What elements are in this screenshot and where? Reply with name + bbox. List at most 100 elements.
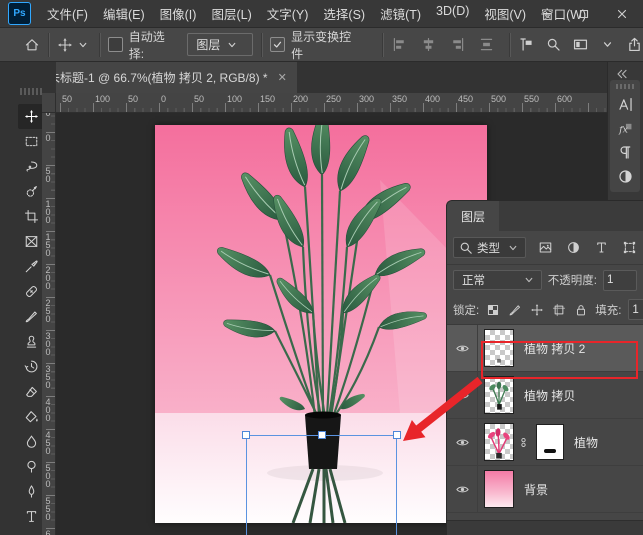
layers-filter-row: 类型 [447,231,643,265]
opacity-label: 不透明度: [548,272,597,288]
lock-paint-icon[interactable] [508,303,522,317]
align-horizontal-centers-icon[interactable] [420,36,437,53]
layer-visibility-eye-icon[interactable] [455,482,470,497]
menu-图层(L)[interactable]: 图层(L) [211,4,251,23]
lock-artboard-icon[interactable] [552,303,566,317]
layer-name[interactable]: 植物 拷贝 2 [524,340,585,357]
eyedropper-tool[interactable] [18,254,44,279]
fill-field[interactable]: 1 [628,299,643,320]
layer-thumbnail[interactable] [484,423,514,461]
lasso-tool[interactable] [18,154,44,179]
adjustments-panel-icon[interactable] [617,168,634,185]
menu-编辑(E)[interactable]: 编辑(E) [103,4,145,23]
mask-content [544,449,556,453]
paragraph-panel-icon[interactable] [617,144,634,161]
styles-panel-icon[interactable]: fx [617,120,634,137]
menu-3D(D)[interactable]: 3D(D) [436,4,469,23]
menu-文字(Y)[interactable]: 文字(Y) [267,4,309,23]
chevron-down-icon [224,37,240,53]
distribute-centers-icon[interactable] [478,36,495,53]
chevron-down-icon[interactable] [75,37,91,53]
menu-视图(V)[interactable]: 视图(V) [484,4,526,23]
type-tool[interactable] [18,504,44,529]
layer-name[interactable]: 植物 拷贝 [524,387,575,404]
layer-row[interactable]: 植物 拷贝 [447,372,643,419]
toolbar-grip[interactable] [20,88,42,95]
fill-label: 填充: [595,302,621,318]
frame-tool[interactable] [18,229,44,254]
target-select-dropdown[interactable]: 图层 [187,33,253,56]
crop-tool[interactable] [18,204,44,229]
layer-thumbnail[interactable] [484,329,514,367]
history-brush-tool[interactable] [18,354,44,379]
photoshop-logo: Ps [8,2,31,25]
layer-name[interactable]: 背景 [524,481,548,498]
lock-all-icon[interactable] [574,303,588,317]
layer-name[interactable]: 植物 [574,434,598,451]
layer-visibility-eye-icon[interactable] [455,341,470,356]
type-filter-icon[interactable] [594,240,609,255]
hruler-label: 500 [491,94,506,104]
dodge-tool[interactable] [18,454,44,479]
menu-滤镜(T)[interactable]: 滤镜(T) [380,4,421,23]
lock-transparent-icon[interactable] [486,303,500,317]
document-tab[interactable]: 未标题-1 @ 66.7%(植物 拷贝 2, RGB/8) * ✕ [34,62,297,93]
maximize-icon[interactable] [577,7,591,21]
minimize-icon[interactable] [539,7,553,21]
menu-文件(F)[interactable]: 文件(F) [47,4,88,23]
stamp-tool[interactable] [18,329,44,354]
marquee-tool[interactable] [18,129,44,154]
layer-row[interactable]: 植物 [447,419,643,466]
healing-tool[interactable] [18,279,44,304]
home-icon[interactable] [24,37,40,53]
close-icon[interactable] [615,7,629,21]
layer-mask-link-icon[interactable] [517,436,530,449]
vruler-label: 450 [43,430,53,454]
layer-visibility-eye-icon[interactable] [455,435,470,450]
eraser-tool[interactable] [18,379,44,404]
layers-panel-footer [447,520,643,535]
layer-filter-dropdown[interactable]: 类型 [453,237,526,258]
document-canvas[interactable] [155,125,487,523]
show-transform-checkbox[interactable] [270,37,285,52]
layer-visibility-eye-icon[interactable] [455,388,470,403]
tab-close-icon[interactable]: ✕ [278,71,287,84]
layer-mask-thumbnail[interactable] [536,424,564,460]
quick-select-tool[interactable] [18,179,44,204]
character-panel-icon[interactable] [617,96,634,113]
share-icon[interactable] [626,36,643,53]
layer-filter-value: 类型 [477,240,500,256]
blend-mode-dropdown[interactable]: 正常 [453,270,542,290]
target-select-value: 图层 [196,36,220,53]
search-icon[interactable] [545,36,562,53]
layer-thumbnail[interactable] [484,470,514,508]
pen-tool[interactable] [18,479,44,504]
vruler-label: 150 [43,232,53,256]
lock-move-icon[interactable] [530,303,544,317]
align-right-edges-icon[interactable] [449,36,466,53]
move-tool-preset-icon[interactable] [57,37,73,53]
workspace-icon[interactable] [518,36,535,53]
blur-tool[interactable] [18,429,44,454]
tab-layers[interactable]: 图层 [447,201,499,231]
menu-选择(S)[interactable]: 选择(S) [323,4,365,23]
dock-grip[interactable] [616,84,634,89]
brush-tool[interactable] [18,304,44,329]
layer-row[interactable]: 植物 拷贝 2 [447,325,643,372]
gradient-tool[interactable] [18,404,44,429]
adjustment-filter-icon[interactable] [566,240,581,255]
hruler-label: 200 [293,94,308,104]
vruler-label: 600 [43,529,53,535]
shape-filter-icon[interactable] [622,240,637,255]
auto-select-checkbox[interactable] [108,37,123,52]
image-filter-icon[interactable] [538,240,553,255]
layer-thumbnail[interactable] [484,376,514,414]
move-tool[interactable] [18,104,44,129]
chevron-down-icon[interactable] [599,36,616,53]
arrange-icon[interactable] [572,36,589,53]
opacity-field[interactable]: 1 [603,270,637,291]
document-tab-bar: 未标题-1 @ 66.7%(植物 拷贝 2, RGB/8) * ✕ [0,62,643,93]
align-left-edges-icon[interactable] [391,36,408,53]
menu-图像(I)[interactable]: 图像(I) [160,4,197,23]
layer-row[interactable]: 背景 [447,466,643,513]
